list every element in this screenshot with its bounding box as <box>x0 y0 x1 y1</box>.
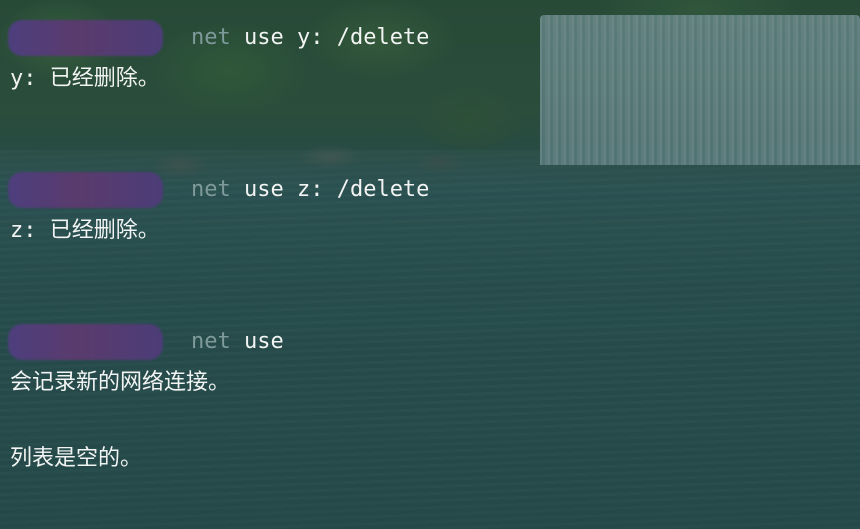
redacted-prompt <box>8 172 163 208</box>
prompt-line: net use y: /delete <box>0 20 860 60</box>
terminal-output-area[interactable]: net use y: /delete y: 已经删除。 net use z: /… <box>0 0 860 529</box>
command-name: net <box>191 177 231 202</box>
command-name: net <box>191 329 231 354</box>
command-args: use <box>230 329 284 354</box>
command-args: use z: /delete <box>230 177 430 202</box>
command-output: 列表是空的。 <box>10 446 143 471</box>
command-output: z: 已经删除。 <box>10 218 160 243</box>
command-text: net use y: /delete <box>191 25 429 51</box>
redacted-prompt <box>8 324 163 360</box>
redacted-prompt <box>8 20 163 56</box>
command-output: 会记录新的网络连接。 <box>10 370 231 395</box>
prompt-line: net use <box>0 324 860 364</box>
command-text: net use z: /delete <box>191 177 429 203</box>
prompt-line: net use z: /delete <box>0 172 860 212</box>
command-output: y: 已经删除。 <box>10 66 160 91</box>
command-text: net use <box>191 329 284 355</box>
command-args: use y: /delete <box>230 25 430 50</box>
command-name: net <box>191 25 231 50</box>
